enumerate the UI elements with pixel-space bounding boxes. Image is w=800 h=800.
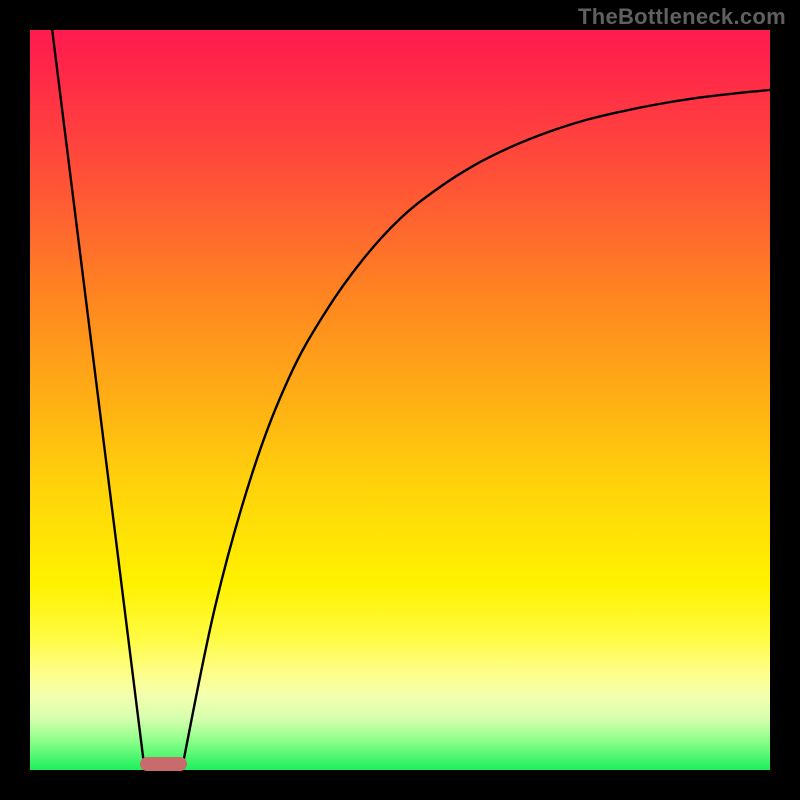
min-marker <box>140 757 187 771</box>
watermark-text: TheBottleneck.com <box>578 4 786 30</box>
chart-frame: TheBottleneck.com <box>0 0 800 800</box>
left-branch-curve <box>52 30 145 770</box>
right-branch-curve <box>182 90 770 770</box>
curve-layer <box>30 30 770 770</box>
plot-area <box>30 30 770 770</box>
